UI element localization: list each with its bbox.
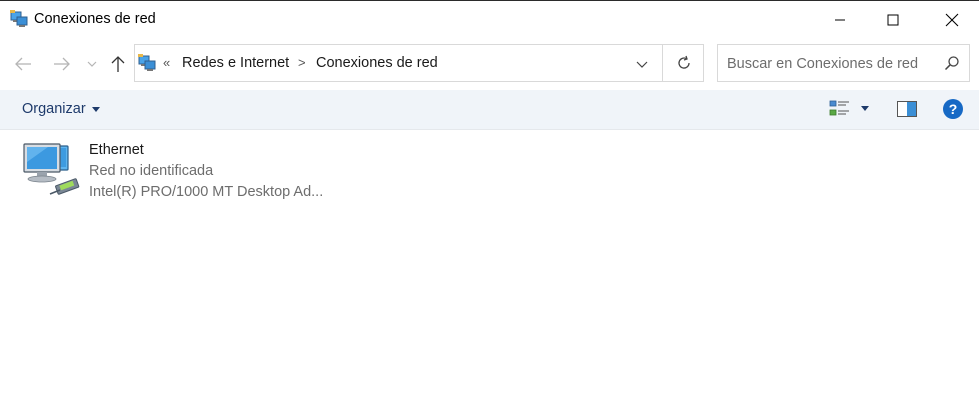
search-icon[interactable] — [944, 55, 960, 71]
address-divider — [662, 45, 663, 81]
refresh-button[interactable] — [673, 53, 695, 73]
close-button[interactable] — [929, 1, 975, 38]
explorer-window: Conexiones de red « Redes e Internet > C… — [0, 0, 979, 405]
network-connections-icon — [138, 54, 156, 71]
minimize-button[interactable] — [817, 1, 863, 38]
command-bar: Organizar ? — [0, 90, 979, 130]
recent-locations-button[interactable] — [84, 53, 100, 75]
forward-button[interactable] — [51, 53, 73, 75]
back-button[interactable] — [12, 53, 34, 75]
network-connections-icon — [10, 10, 28, 27]
close-icon — [945, 13, 959, 26]
refresh-icon — [678, 55, 690, 69]
up-button[interactable] — [107, 53, 129, 75]
view-options-dropdown-icon[interactable] — [859, 103, 871, 113]
back-arrow-icon — [15, 57, 31, 71]
caret-down-icon — [91, 106, 100, 112]
connection-item-ethernet[interactable]: Ethernet Red no identificada Intel(R) PR… — [20, 138, 340, 204]
change-view-icon[interactable] — [829, 99, 851, 119]
search-input[interactable] — [727, 54, 932, 74]
maximize-button[interactable] — [870, 1, 916, 38]
forward-arrow-icon — [54, 57, 70, 71]
breadcrumb-conexiones-de-red[interactable]: Conexiones de red — [316, 55, 438, 71]
connection-name: Ethernet — [89, 142, 144, 158]
up-arrow-icon — [111, 56, 125, 72]
maximize-icon — [887, 14, 899, 25]
window-title: Conexiones de red — [34, 11, 156, 27]
search-box[interactable] — [717, 44, 970, 82]
breadcrumb-separator[interactable]: > — [298, 55, 306, 70]
address-bar[interactable]: « Redes e Internet > Conexiones de red — [134, 44, 704, 82]
help-label: ? — [948, 101, 958, 117]
breadcrumb-overflow[interactable]: « — [163, 55, 170, 70]
organize-button[interactable]: Organizar — [22, 101, 100, 117]
ethernet-adapter-icon — [23, 143, 80, 195]
preview-pane-icon[interactable] — [897, 101, 917, 117]
help-button[interactable]: ? — [943, 99, 963, 119]
organize-label: Organizar — [22, 101, 86, 117]
connection-status: Red no identificada — [89, 163, 214, 179]
connection-device: Intel(R) PRO/1000 MT Desktop Ad... — [89, 184, 324, 200]
address-dropdown-button[interactable] — [632, 55, 652, 73]
minimize-icon — [835, 19, 845, 20]
title-bar: Conexiones de red — [0, 1, 979, 38]
chevron-down-icon — [636, 61, 648, 68]
breadcrumb-redes-e-internet[interactable]: Redes e Internet — [182, 55, 289, 71]
chevron-down-icon — [87, 61, 97, 67]
